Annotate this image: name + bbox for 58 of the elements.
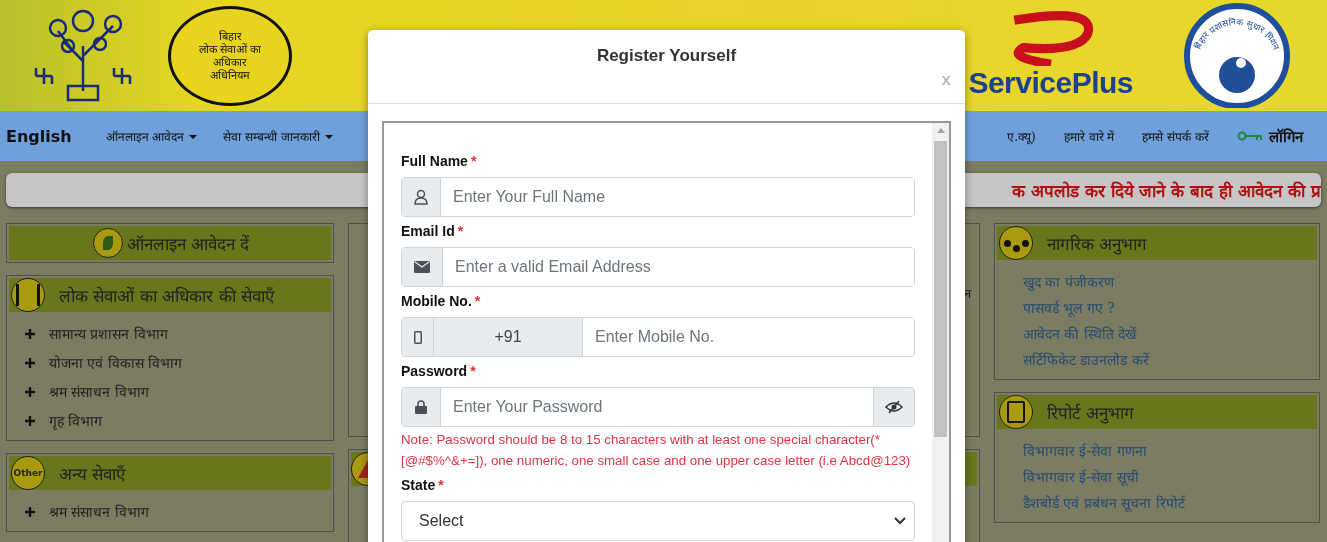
country-code: +91	[434, 318, 583, 356]
field-label: Mobile No. *	[401, 293, 482, 309]
plus-icon	[25, 386, 35, 397]
panel-title: ऑनलाइन आवेदन दें	[126, 232, 250, 255]
other-badge: Other	[11, 456, 45, 490]
panel-link[interactable]: विभागवार ई-सेवा सूची	[1023, 467, 1139, 486]
mobile-field[interactable]: +91 Enter Mobile No.	[401, 317, 915, 357]
panel-link[interactable]: खुद का पंजीकरण	[1023, 272, 1114, 291]
panel-title: लोक सेवाओं का अधिकार की सेवाएँ	[59, 284, 275, 307]
eye-slash-icon[interactable]	[873, 388, 914, 426]
panel-link[interactable]: विभागवार ई-सेवा गणना	[1023, 441, 1147, 460]
department-link[interactable]: योजना एवं विकास विभाग	[25, 353, 331, 372]
panel-link[interactable]: सर्टिफिकेट डाउनलोड करें	[1023, 350, 1149, 369]
users-icon	[999, 226, 1033, 260]
department-link[interactable]: श्रम संसाधन विभाग	[25, 382, 331, 401]
chevron-down-icon	[894, 517, 906, 525]
user-icon	[402, 178, 441, 216]
nav-menu-item[interactable]: हमसे संपर्क करें	[1142, 127, 1209, 145]
phone-icon	[402, 318, 434, 356]
panel-text: न	[964, 285, 971, 302]
panel-link[interactable]: आवेदन की स्थिति देखें	[1023, 324, 1137, 343]
notice-text: क अपलोड कर दिये जाने के बाद ही आवेदन की प्र	[1011, 179, 1321, 202]
field-label: Email Id *	[401, 223, 465, 239]
e-service-icon	[92, 228, 123, 258]
plus-icon	[25, 506, 35, 517]
dialog-title: Register Yourself	[596, 46, 737, 67]
field-label: Password *	[401, 363, 477, 379]
logo-text: बिहार	[218, 29, 242, 43]
department-link[interactable]: सामान्य प्रशासन विभाग	[25, 324, 331, 343]
department-link[interactable]: गृह विभाग	[25, 411, 331, 430]
nav-menu-item[interactable]: ऑनलाइन आवेदन	[105, 127, 198, 145]
password-hint: Note: Password should be 8 to 15 characters with at least one special character(*[@#$%^&+=]), one numeric, one small case and one upper case letter (i.e Abcd@123)	[401, 431, 912, 470]
plus-icon	[25, 357, 35, 368]
state-select[interactable]: Select	[401, 501, 915, 541]
document-icon	[999, 395, 1033, 429]
department-link[interactable]: श्रम संसाधन विभाग	[25, 502, 331, 521]
plus-icon	[25, 415, 35, 426]
logo-text: अधिकार	[213, 55, 247, 69]
nav-menu-item[interactable]: हमारे वारे में	[1063, 127, 1115, 145]
lock-icon	[402, 388, 441, 426]
envelope-icon	[402, 248, 443, 286]
password-field[interactable]: Enter Your Password	[401, 387, 915, 427]
logo-text: लोक सेवाओं का	[198, 42, 262, 56]
panel-title: अन्य सेवाएँ	[59, 462, 126, 485]
panel-title: रिपोर्ट अनुभाग	[1047, 401, 1135, 424]
panel-link[interactable]: पासवर्ड भूल गए ?	[1023, 298, 1115, 317]
login-link[interactable]: लॉगिन	[1237, 126, 1303, 146]
field-label: Full Name *	[401, 153, 478, 169]
plus-icon	[25, 328, 35, 339]
brand-name: ServicePlus	[968, 66, 1133, 100]
field-label: State *	[401, 477, 445, 493]
panel-link[interactable]: डैशबोर्ड एवं प्रबंधन सूचना रिपोर्ट	[1023, 493, 1185, 512]
key-icon	[1237, 131, 1263, 141]
nav-menu-item[interactable]: सेवा सम्बन्धी जानकारी	[223, 127, 334, 145]
logo-text: अधिनियम	[210, 68, 250, 82]
language-link[interactable]: English	[6, 126, 72, 146]
nav-menu-item[interactable]: ए.क्यू)	[1007, 127, 1036, 145]
panel-title: नागरिक अनुभाग	[1047, 232, 1148, 255]
